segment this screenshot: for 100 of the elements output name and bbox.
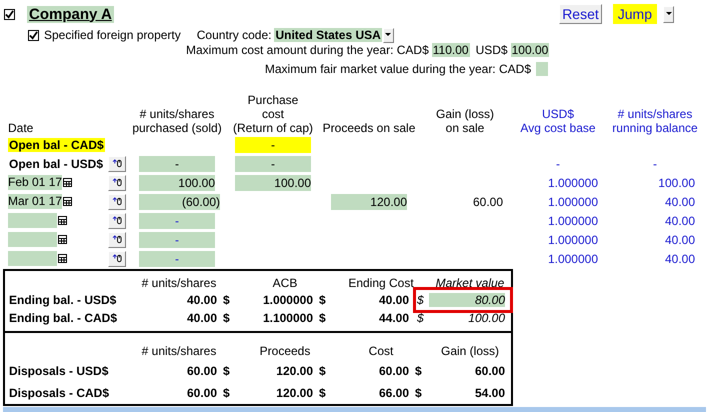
date-field[interactable]: [8, 232, 57, 247]
input-cell[interactable]: -: [139, 156, 215, 172]
country-dropdown[interactable]: United States USA: [274, 28, 382, 42]
input-cell[interactable]: 100.00: [235, 174, 311, 190]
table-cell-text: 40.00: [186, 311, 217, 325]
dropdown-button[interactable]: [663, 6, 674, 22]
table-cell-text: 66.00: [378, 386, 409, 400]
currency-symbol: $: [222, 364, 231, 378]
calendar-icon[interactable]: [63, 178, 72, 187]
row-label: Open bal - USD$: [8, 156, 104, 170]
date-field[interactable]: Feb 01 17: [8, 175, 62, 190]
currency-symbol: $: [417, 311, 425, 325]
currency-symbol: $: [414, 364, 423, 378]
table-cell-text: 54.00: [474, 386, 505, 400]
table-cell-text: 1.000000: [546, 250, 598, 266]
currency-symbol: $: [318, 311, 327, 325]
calendar-icon[interactable]: [58, 235, 67, 244]
max-cost-label: Maximum cost amount during the year: CAD$: [186, 43, 429, 57]
table-cell-text: 60.00: [474, 364, 505, 378]
table-cell-text: 60.00: [186, 386, 217, 400]
column-header: Market value: [436, 276, 504, 290]
table-cell-text: 1.000000: [546, 212, 598, 228]
mouse-button[interactable]: [108, 232, 126, 248]
cad-amount-field[interactable]: 110.00: [432, 43, 470, 57]
mouse-button[interactable]: [108, 212, 126, 228]
date-field[interactable]: [8, 251, 57, 266]
max-fmv-label: Maximum fair market value during the year: CAD$: [264, 62, 531, 76]
date-field[interactable]: [8, 213, 57, 228]
row-label: Ending bal. - CAD$: [9, 311, 118, 325]
table-cell-text: 1.000000: [546, 194, 598, 210]
table-cell-text: 40.00: [664, 194, 695, 210]
mouse-icon: [112, 159, 122, 168]
currency-symbol: $: [414, 386, 423, 400]
row-label: Disposals - CAD$: [9, 386, 110, 400]
checkbox[interactable]: [28, 30, 39, 40]
mouse-icon: [112, 178, 122, 187]
column-header: USD$ Avg cost base: [520, 107, 596, 135]
column-header: Date: [8, 121, 34, 135]
mouse-icon: [112, 216, 122, 225]
table-cell-text: 60.00: [472, 194, 503, 210]
input-cell[interactable]: -: [235, 156, 311, 172]
currency-symbol: $: [417, 293, 425, 307]
checkbox-label: Specified foreign property: [44, 28, 181, 42]
mouse-button[interactable]: [108, 194, 126, 210]
calendar-icon[interactable]: [63, 197, 72, 206]
input-cell[interactable]: 100.00: [139, 174, 215, 190]
calendar-icon[interactable]: [58, 216, 67, 225]
mouse-icon: [112, 197, 122, 206]
reset-button[interactable]: Reset: [559, 4, 602, 24]
input-cell[interactable]: 80.00: [429, 293, 505, 307]
currency-symbol: $: [318, 386, 327, 400]
mouse-button[interactable]: [108, 174, 126, 190]
column-header: Proceeds on sale: [322, 121, 416, 135]
usd-label: USD$: [476, 43, 508, 57]
column-header: # units/shares: [142, 344, 216, 358]
table-cell-text: 120.00: [275, 386, 313, 400]
table-cell-text: -: [555, 156, 561, 172]
table-cell-text: 60.00: [186, 364, 217, 378]
table-cell-text: 40.00: [186, 293, 217, 307]
date-field[interactable]: Mar 01 17: [8, 194, 62, 209]
currency-symbol: $: [222, 386, 231, 400]
input-cell[interactable]: 120.00: [331, 194, 407, 210]
mouse-icon: [112, 254, 122, 263]
currency-symbol: $: [222, 293, 231, 307]
input-cell[interactable]: -: [139, 250, 215, 266]
column-header: # units/shares: [142, 276, 216, 290]
table-cell-text: -: [652, 156, 658, 172]
table-cell-text: 40.00: [664, 232, 695, 248]
table-cell-text: 1.100000: [262, 311, 313, 325]
column-header: # units/shares purchased (sold): [132, 107, 222, 135]
column-header: Ending Cost: [348, 276, 414, 290]
currency-symbol: $: [222, 311, 231, 325]
input-cell[interactable]: (60.00): [139, 194, 220, 210]
caret-icon: [385, 33, 392, 37]
column-header: # units/shares running balance: [612, 107, 698, 135]
table-cell-text: 1.000000: [546, 174, 598, 190]
table-cell-text: 1.000000: [262, 293, 313, 307]
input-cell[interactable]: -: [139, 212, 215, 228]
table-cell-text: 100.00: [467, 311, 505, 325]
column-header: Proceeds: [260, 344, 310, 358]
jump-button[interactable]: Jump: [612, 4, 657, 24]
mouse-button[interactable]: [108, 250, 126, 266]
table-cell-text: 60.00: [378, 364, 409, 378]
mouse-button[interactable]: [108, 156, 126, 172]
column-header: ACB: [272, 276, 298, 290]
mouse-icon: [112, 235, 122, 244]
input-cell[interactable]: -: [235, 136, 311, 152]
column-header: Gain (loss) on sale: [436, 107, 494, 135]
table-cell-text: 1.000000: [546, 232, 598, 248]
calendar-icon[interactable]: [58, 254, 67, 263]
table-cell-text: 100.00: [657, 174, 695, 190]
company-title: Company A: [27, 6, 114, 22]
row-label: Ending bal. - USD$: [9, 293, 118, 307]
fmv-field[interactable]: [536, 62, 548, 76]
input-cell[interactable]: -: [139, 232, 215, 248]
dropdown-button[interactable]: [382, 28, 394, 42]
column-header: Purchase cost (Return of cap): [232, 93, 314, 135]
usd-amount-field[interactable]: 100.00: [510, 43, 550, 57]
checkbox[interactable]: [4, 8, 15, 20]
currency-symbol: $: [318, 293, 327, 307]
